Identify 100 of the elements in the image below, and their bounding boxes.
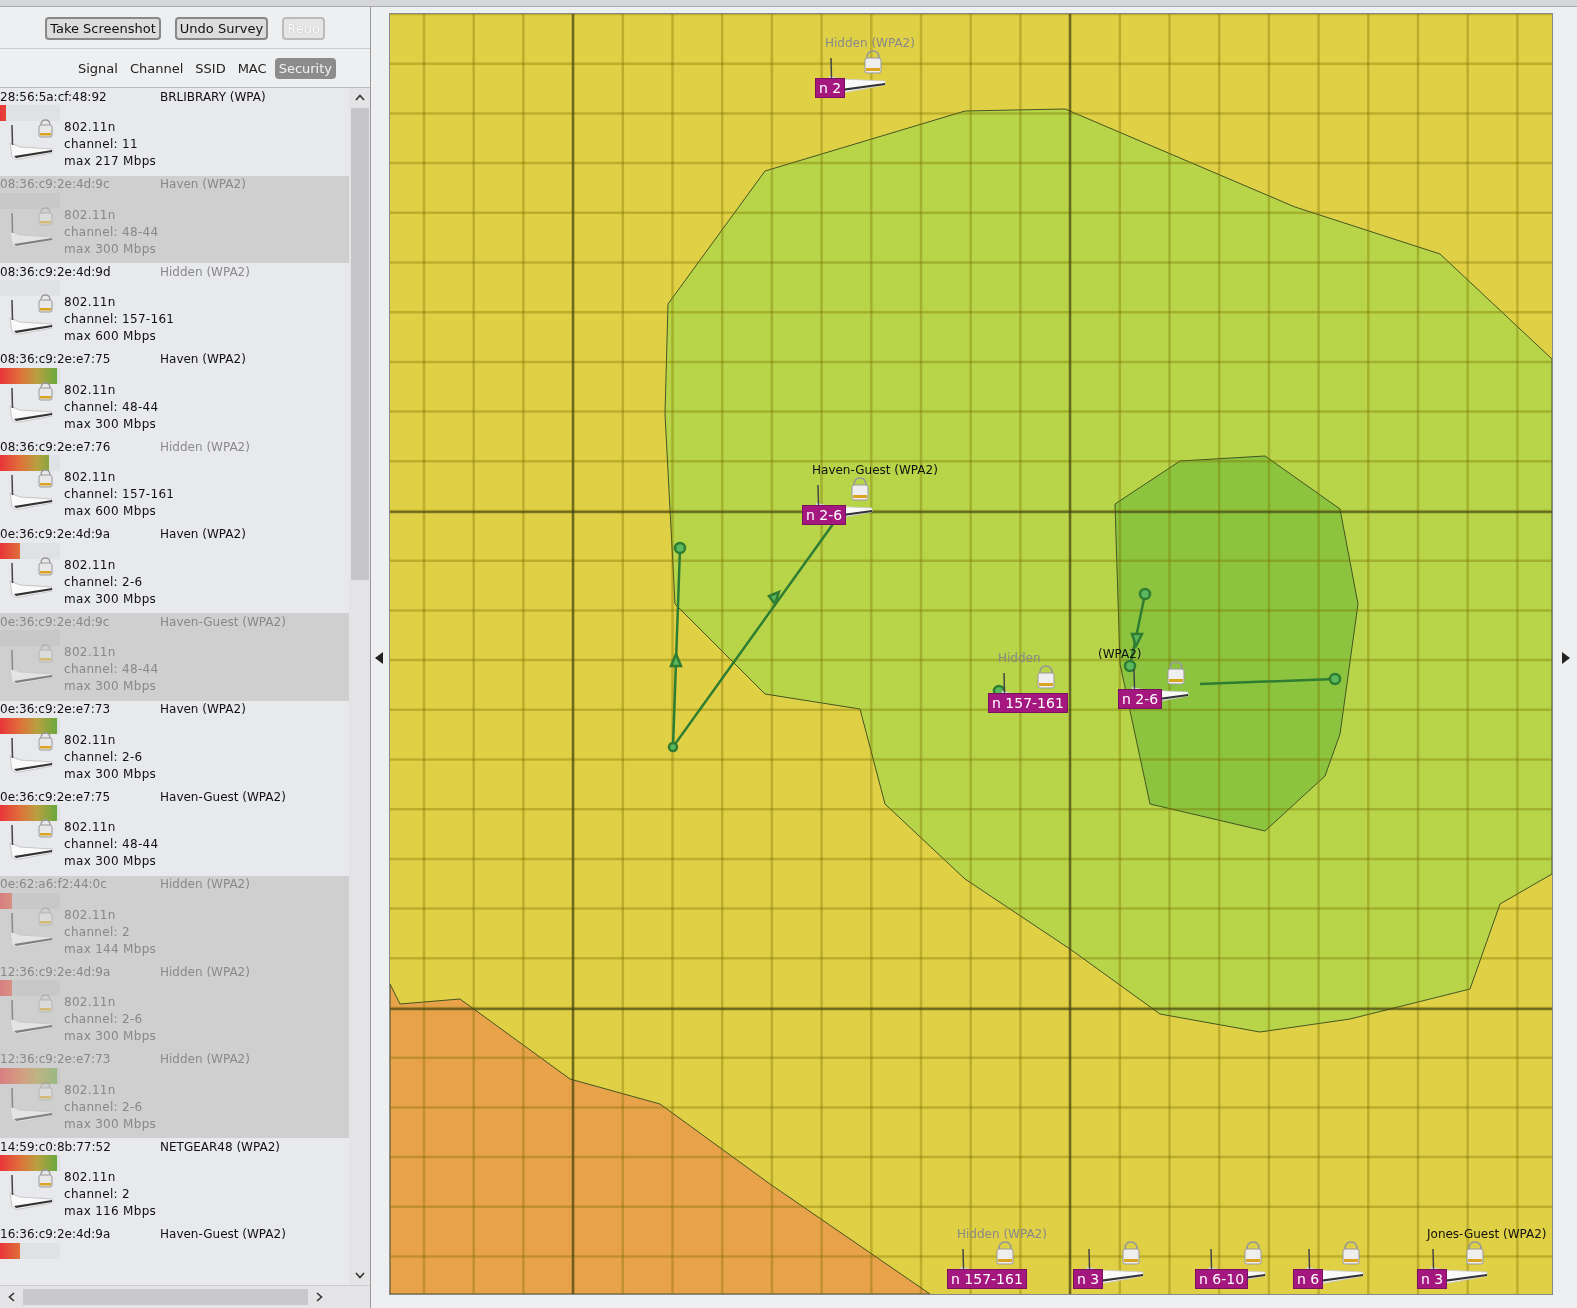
sort-tab[interactable]: SSID	[191, 58, 230, 79]
channel-badge: n 2	[815, 78, 846, 98]
sort-tab[interactable]: MAC	[233, 58, 271, 79]
network-row[interactable]: 28:56:5a:cf:48:92 BRLIBRARY (WPA) 802.11n channel: 11 max 217 Mbps	[0, 88, 349, 176]
channel-text: channel: 2-6	[64, 1098, 144, 1116]
channel-badge: n 6	[1293, 1269, 1324, 1289]
standard-text: 802.11n	[64, 644, 117, 661]
toolbar-button[interactable]: Undo Survey	[174, 17, 269, 40]
network-label: Haven-Guest (WPA2)	[812, 463, 938, 477]
signal-track	[0, 192, 60, 209]
network-label: Jones-Guest (WPA2)	[1427, 1227, 1547, 1241]
network-row[interactable]: 08:36:c9:2e:e7:75 Haven (WPA2) 802.11n channel: 48-44 max 300 Mbps	[0, 350, 349, 438]
rate-text: max 600 Mbps	[64, 328, 158, 345]
signal-track	[0, 280, 60, 296]
network-row[interactable]: 0e:36:c9:2e:4d:9a Haven (WPA2) 802.11n channel: 2-6 max 300 Mbps	[0, 525, 349, 613]
scroll-right-icon[interactable]	[316, 1292, 323, 1302]
mac-address: 16:36:c9:2e:4d:9a	[0, 1227, 112, 1241]
mac-address: 0e:36:c9:2e:e7:75	[0, 789, 112, 804]
ssid-label: Haven-Guest (WPA2)	[160, 614, 286, 629]
mac-address: 12:36:c9:2e:4d:9a	[0, 964, 112, 979]
channel-badge: n 2-6	[1118, 689, 1163, 709]
router-icon	[6, 556, 56, 599]
channel-text: channel: 48-44	[64, 661, 159, 678]
router-icon	[6, 1169, 56, 1211]
mac-address: 0e:62:a6:f2:44:0c	[0, 877, 108, 891]
scroll-left-icon[interactable]	[8, 1292, 15, 1302]
router-icon	[6, 294, 56, 336]
channel-badge: n 3	[1417, 1269, 1448, 1289]
heatmap-canvas[interactable]: Hidden (WPA2) n 2 Haven-Guest (WPA2) n 2-6 Hidden n 157-161 (WPA2) n 2-6 Hidden (WPA2) n 157-161 n 3 n 6-10 n 6 Jones-Guest (WPA2) n 3	[389, 13, 1553, 1295]
scroll-up-icon[interactable]	[354, 94, 365, 101]
sort-tab[interactable]: Channel	[125, 58, 188, 79]
ssid-label: Hidden (WPA2)	[160, 877, 250, 891]
ssid-label: Hidden (WPA2)	[160, 264, 250, 279]
mac-address: 0e:36:c9:2e:4d:9c	[0, 614, 111, 629]
network-label: Hidden (WPA2)	[825, 36, 915, 50]
ssid-label: BRLIBRARY (WPA)	[160, 89, 266, 104]
collapse-right-icon[interactable]	[1560, 651, 1570, 664]
network-row[interactable]: 16:36:c9:2e:4d:9a Haven-Guest (WPA2)	[0, 1225, 349, 1285]
rate-text: max 217 Mbps	[64, 153, 157, 170]
standard-text: 802.11n	[64, 1169, 117, 1186]
ssid-label: Haven (WPA2)	[160, 527, 246, 541]
router-icon	[6, 819, 56, 861]
channel-text: channel: 2	[64, 923, 131, 941]
channel-text: channel: 48-44	[64, 836, 159, 853]
rate-text: max 300 Mbps	[64, 853, 158, 870]
mac-address: 12:36:c9:2e:e7:73	[0, 1052, 112, 1066]
rate-text: max 300 Mbps	[64, 765, 157, 783]
rate-text: max 300 Mbps	[64, 1028, 157, 1045]
channel-text: channel: 48-44	[64, 223, 159, 241]
mac-address: 08:36:c9:2e:4d:9d	[0, 264, 112, 279]
network-label: (WPA2)	[1098, 647, 1143, 661]
scroll-down-icon[interactable]	[354, 1272, 365, 1279]
ssid-label: Hidden (WPA2)	[160, 439, 250, 454]
standard-text: 802.11n	[64, 994, 117, 1011]
rate-text: max 144 Mbps	[64, 940, 157, 958]
ssid-label: Hidden (WPA2)	[160, 1052, 250, 1066]
channel-text: channel: 157-161	[64, 486, 175, 503]
standard-text: 802.11n	[64, 556, 117, 574]
standard-text: 802.11n	[64, 819, 117, 836]
channel-badge: n 6-10	[1195, 1269, 1249, 1289]
standard-text: 802.11n	[64, 469, 117, 486]
channel-text: channel: 2-6	[64, 573, 144, 591]
network-label: Hidden	[998, 651, 1042, 665]
network-row[interactable]: 08:36:c9:2e:4d:9d Hidden (WPA2) 802.11n channel: 157-161 max 600 Mbps	[0, 263, 349, 351]
toolbar-button[interactable]: Take Screenshot	[45, 17, 161, 40]
channel-text: channel: 11	[64, 136, 139, 153]
mac-address: 0e:36:c9:2e:e7:73	[0, 702, 112, 716]
ssid-label: Haven (WPA2)	[160, 177, 246, 191]
sort-tab[interactable]: Signal	[74, 58, 122, 79]
mac-address: 08:36:c9:2e:e7:76	[0, 439, 112, 454]
horizontal-scrollbar[interactable]	[0, 1285, 370, 1308]
network-row[interactable]: 08:36:c9:2e:e7:76 Hidden (WPA2) 802.11n channel: 157-161 max 600 Mbps	[0, 438, 349, 526]
router-icon	[6, 119, 56, 161]
rate-text: max 600 Mbps	[64, 503, 158, 520]
ssid-label: Haven-Guest (WPA2)	[160, 789, 286, 804]
mac-address: 08:36:c9:2e:4d:9c	[0, 177, 111, 191]
network-row[interactable]: 0e:36:c9:2e:e7:75 Haven-Guest (WPA2) 802.11n channel: 48-44 max 300 Mbps	[0, 788, 349, 876]
rate-text: max 300 Mbps	[64, 415, 158, 433]
channel-badge: n 3	[1073, 1269, 1104, 1289]
channel-text: channel: 157-161	[64, 311, 175, 328]
ssid-label: NETGEAR48 (WPA2)	[160, 1139, 280, 1154]
rate-text: max 300 Mbps	[64, 590, 157, 608]
channel-badge: n 157-161	[947, 1269, 1027, 1289]
mac-address: 28:56:5a:cf:48:92	[0, 89, 108, 104]
network-label: Hidden (WPA2)	[957, 1227, 1047, 1241]
rate-text: max 116 Mbps	[64, 1203, 157, 1220]
rate-text: max 300 Mbps	[64, 1115, 157, 1133]
router-icon	[6, 469, 56, 511]
network-row[interactable]: 14:59:c0:8b:77:52 NETGEAR48 (WPA2) 802.11n channel: 2 max 116 Mbps	[0, 1138, 349, 1226]
ssid-label: Haven-Guest (WPA2)	[160, 1227, 286, 1241]
network-row[interactable]: 0e:36:c9:2e:e7:73 Haven (WPA2) 802.11n channel: 2-6 max 300 Mbps	[0, 700, 349, 788]
standard-text: 802.11n	[64, 294, 117, 311]
channel-text: channel: 2-6	[64, 748, 144, 766]
mac-address: 14:59:c0:8b:77:52	[0, 1139, 112, 1154]
signal-track	[0, 630, 60, 646]
router-icon	[6, 381, 56, 424]
vertical-scrollbar[interactable]	[349, 88, 370, 1285]
collapse-left-icon[interactable]	[375, 651, 385, 664]
ssid-label: Hidden (WPA2)	[160, 964, 250, 979]
channel-text: channel: 2-6	[64, 1011, 144, 1028]
